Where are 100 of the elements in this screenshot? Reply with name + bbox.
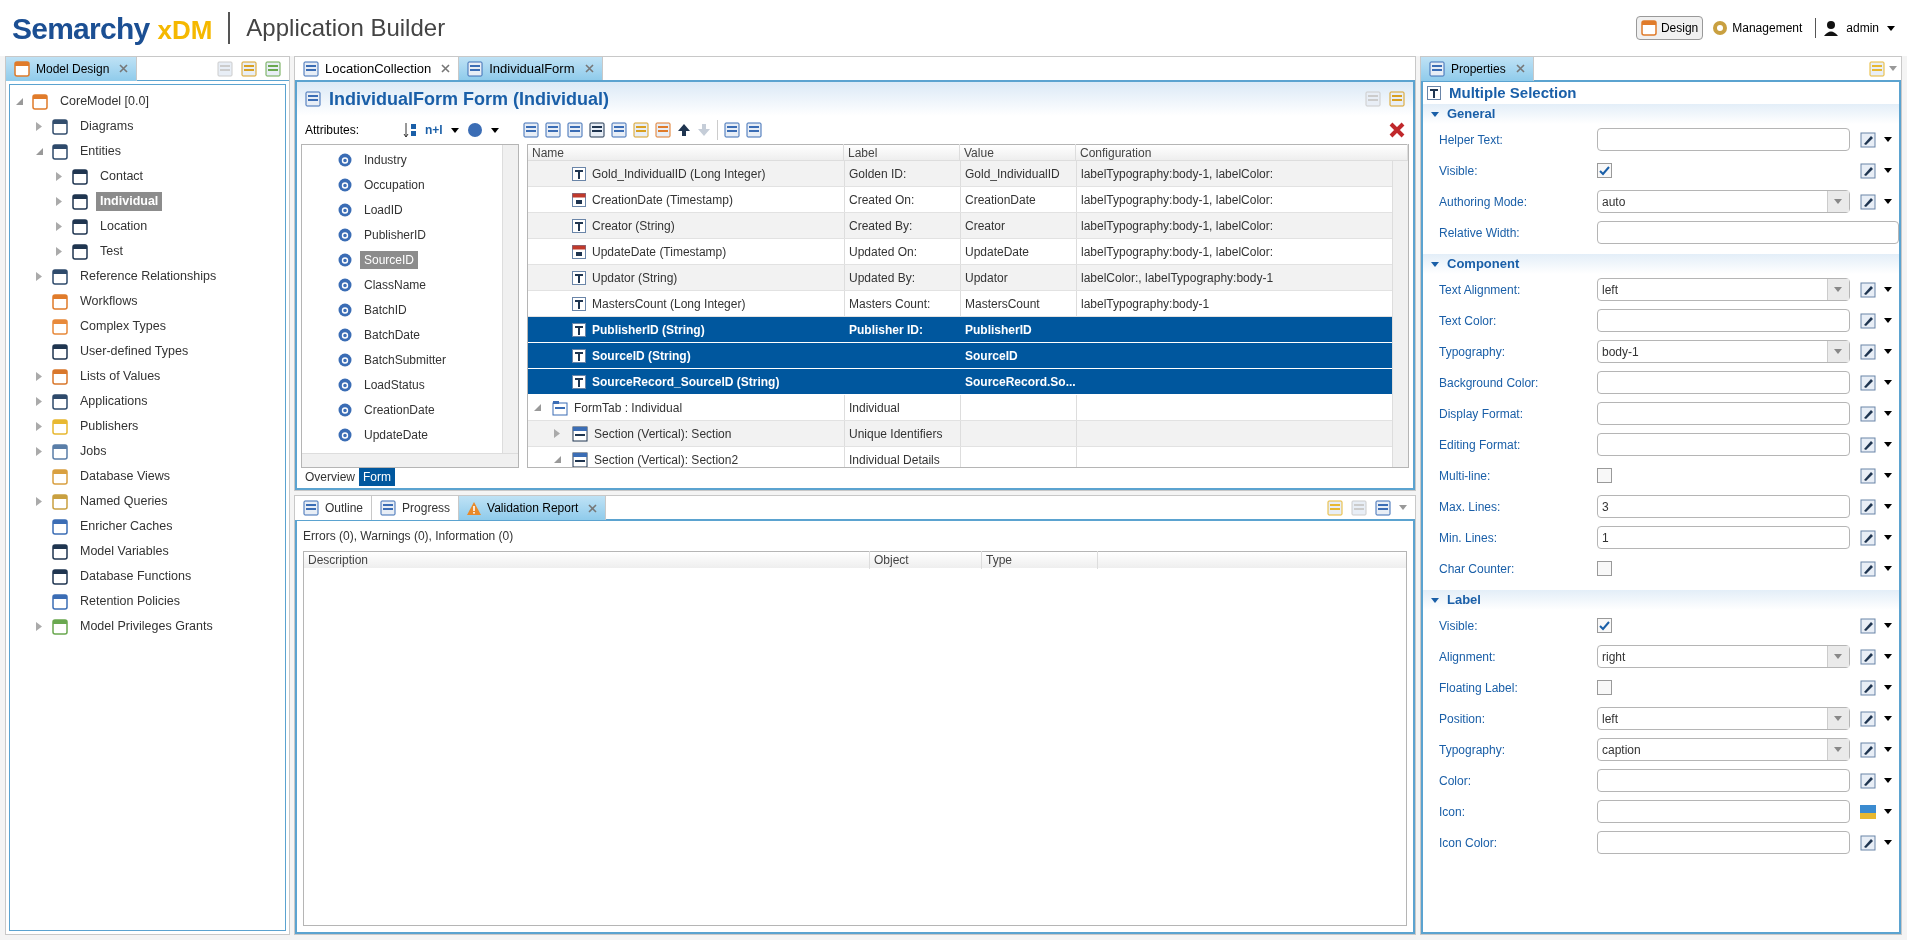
dropdown-arrow-icon[interactable]: [1883, 535, 1892, 540]
section-header[interactable]: Label: [1423, 590, 1899, 610]
pencil-icon[interactable]: [1859, 648, 1876, 665]
tree-item[interactable]: Reference Relationships: [76, 267, 221, 286]
text-field[interactable]: [1597, 371, 1850, 394]
tree-item[interactable]: Workflows: [76, 292, 142, 311]
dropdown-arrow-icon[interactable]: [1883, 318, 1892, 323]
text-field[interactable]: [1597, 221, 1899, 244]
expand-toggle-icon[interactable]: [56, 247, 62, 256]
text-field[interactable]: [1597, 402, 1850, 425]
table-row[interactable]: Gold_IndividualID (Long Integer) Golden ID: Gold_IndividualID labelTypography:body-1, labelColor:: [528, 161, 1392, 187]
dropdown[interactable]: caption: [1597, 738, 1850, 761]
column-header[interactable]: Object: [870, 551, 982, 569]
tree-item[interactable]: Test: [96, 242, 127, 261]
dropdown-arrow-icon[interactable]: [1883, 380, 1892, 385]
dropdown-arrow-icon[interactable]: [1883, 716, 1892, 721]
text-field[interactable]: [1597, 769, 1850, 792]
attribute-icon[interactable]: [466, 122, 483, 138]
dropdown-arrow-icon[interactable]: [1883, 623, 1892, 628]
view-menu-icon[interactable]: [1889, 66, 1897, 71]
toolbar-icon[interactable]: [588, 122, 605, 138]
attribute-item[interactable]: PublisherID: [360, 225, 431, 244]
user-menu[interactable]: admin: [1842, 19, 1883, 37]
pencil-icon[interactable]: [1859, 741, 1876, 758]
dropdown-arrow-icon[interactable]: [1883, 199, 1892, 204]
expand-toggle-icon[interactable]: [56, 197, 62, 206]
table-row[interactable]: SourceRecord_SourceID (String) SourceRecord.So...: [528, 369, 1392, 395]
dropdown-arrow-icon[interactable]: [1883, 685, 1892, 690]
form-icon[interactable]: [467, 60, 484, 77]
scrollbar[interactable]: [502, 145, 518, 453]
dropdown-arrow-icon[interactable]: [1883, 168, 1892, 173]
dropdown-arrow-icon[interactable]: [1883, 654, 1892, 659]
pencil-icon[interactable]: [1859, 193, 1876, 210]
pencil-icon[interactable]: [1859, 405, 1876, 422]
dropdown-arrow-icon[interactable]: [1883, 287, 1892, 292]
section-header[interactable]: General: [1423, 104, 1899, 124]
attribute-item[interactable]: BatchDate: [360, 325, 425, 344]
tree-item[interactable]: Database Views: [76, 467, 175, 486]
tree-item[interactable]: Retention Policies: [76, 592, 185, 611]
tree-item[interactable]: Entities: [76, 142, 125, 161]
pencil-icon[interactable]: [1859, 772, 1876, 789]
dropdown-arrow-icon[interactable]: [450, 127, 459, 133]
expand-toggle-icon[interactable]: [554, 429, 560, 438]
attribute-item[interactable]: CreationDate: [360, 400, 439, 419]
attribute-item[interactable]: LoadID: [360, 200, 407, 219]
form-icon[interactable]: [303, 60, 319, 77]
close-icon[interactable]: [1515, 64, 1525, 73]
pencil-icon[interactable]: [1859, 281, 1876, 298]
tree-item[interactable]: CoreModel [0.0]: [56, 92, 153, 111]
dropdown[interactable]: right: [1597, 645, 1850, 668]
collapse-toggle-icon[interactable]: [1431, 261, 1439, 267]
tree-item[interactable]: Database Functions: [76, 567, 196, 586]
pencil-icon[interactable]: [1859, 679, 1876, 696]
text-field[interactable]: [1597, 433, 1850, 456]
tree-item[interactable]: Enricher Caches: [76, 517, 177, 536]
tree-item[interactable]: Complex Types: [76, 317, 170, 336]
sort-icon[interactable]: [403, 122, 417, 138]
pencil-icon[interactable]: [1859, 343, 1876, 360]
tree-item[interactable]: Location: [96, 217, 152, 236]
dropdown-arrow-icon[interactable]: [1883, 349, 1892, 354]
dropdown-arrow-icon[interactable]: [1883, 747, 1892, 752]
expand-toggle-icon[interactable]: [36, 272, 42, 281]
text-field[interactable]: [1597, 128, 1850, 151]
pencil-icon[interactable]: [1859, 162, 1876, 179]
tree-item[interactable]: Named Queries: [76, 492, 172, 511]
table-row[interactable]: UpdateDate (Timestamp) Updated On: UpdateDate labelTypography:body-1, labelColor:: [528, 239, 1392, 265]
collapse-toggle-icon[interactable]: [554, 456, 561, 463]
table-row[interactable]: Creator (String) Created By: Creator labelTypography:body-1, labelColor:: [528, 213, 1392, 239]
dropdown-arrow-icon[interactable]: [1883, 137, 1892, 142]
text-field[interactable]: 1: [1597, 526, 1850, 549]
attribute-item[interactable]: UpdateDate: [360, 425, 433, 444]
attribute-item[interactable]: LoadStatus: [360, 375, 429, 394]
text-field[interactable]: [1597, 800, 1850, 823]
attribute-item[interactable]: BatchSubmitter: [360, 350, 451, 369]
dropdown-arrow-icon[interactable]: [1883, 840, 1892, 845]
form-icon[interactable]: [305, 91, 321, 107]
dropdown-arrow-icon[interactable]: [1883, 442, 1892, 447]
tree-item[interactable]: Diagrams: [76, 117, 138, 136]
page-tab[interactable]: Form: [359, 468, 395, 486]
properties-icon[interactable]: [1429, 60, 1445, 77]
dropdown[interactable]: left: [1597, 278, 1850, 301]
view-tab[interactable]: Outline: [295, 496, 373, 520]
pencil-icon[interactable]: [1859, 374, 1876, 391]
checkbox[interactable]: [1597, 561, 1612, 576]
tree-item[interactable]: Publishers: [76, 417, 143, 436]
pencil-icon[interactable]: [1859, 560, 1876, 577]
text-field[interactable]: [1597, 831, 1850, 854]
dropdown[interactable]: body-1: [1597, 340, 1850, 363]
perspective-button[interactable]: Management: [1707, 16, 1808, 40]
view-tab[interactable]: Validation Report: [459, 496, 607, 520]
page-tab[interactable]: Overview: [301, 468, 359, 486]
expand-toggle-icon[interactable]: [36, 622, 42, 631]
table-row[interactable]: Updator (String) Updated By: Updator labelColor:, labelTypography:body-1: [528, 265, 1392, 291]
tree-item[interactable]: User-defined Types: [76, 342, 193, 361]
scrollbar[interactable]: [1392, 161, 1408, 467]
table-row[interactable]: CreationDate (Timestamp) Created On: CreationDate labelTypography:body-1, labelColor:: [528, 187, 1392, 213]
pencil-icon[interactable]: [1859, 436, 1876, 453]
attribute-item[interactable]: BatchID: [360, 300, 411, 319]
tree-item[interactable]: Lists of Values: [76, 367, 165, 386]
expand-toggle-icon[interactable]: [36, 422, 42, 431]
